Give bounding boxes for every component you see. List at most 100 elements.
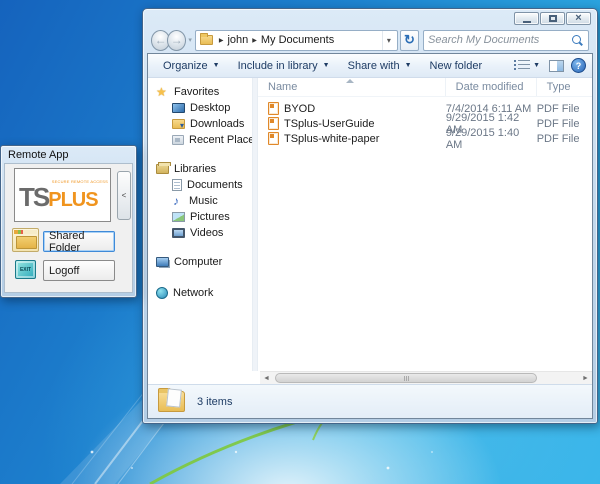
- address-bar[interactable]: ▶ john ▶ My Documents ▾: [195, 30, 398, 51]
- chevron-down-icon: ▼: [323, 62, 330, 69]
- libraries-label: Libraries: [174, 163, 216, 175]
- sidebar-item-recent-places[interactable]: Recent Places: [148, 132, 252, 148]
- collapse-panel-button[interactable]: <: [117, 171, 131, 220]
- downloads-icon: [172, 119, 185, 129]
- shared-folder-icon: [12, 228, 39, 252]
- desktop-icon: [172, 103, 185, 113]
- pictures-icon: [172, 212, 185, 222]
- close-icon: ×: [575, 13, 581, 24]
- address-dropdown-icon[interactable]: ▾: [382, 31, 395, 50]
- file-row[interactable]: BYOD 7/4/2014 6:11 AM PDF File: [258, 101, 592, 116]
- shared-folder-button[interactable]: Shared Folder: [43, 231, 115, 252]
- forward-button[interactable]: →: [167, 30, 186, 51]
- minimize-button[interactable]: [514, 12, 539, 25]
- back-arrow-icon: ←: [155, 33, 167, 47]
- folder-icon: [158, 391, 185, 412]
- remote-app-title: Remote App: [8, 149, 69, 161]
- logo-plus-text: PLUS: [48, 189, 97, 211]
- sidebar-group-favorites[interactable]: Favorites: [148, 84, 252, 100]
- organize-label: Organize: [163, 60, 208, 72]
- music-label: Music: [189, 195, 218, 207]
- chevron-down-icon: ▼: [213, 62, 220, 69]
- logoff-button[interactable]: Logoff: [43, 260, 115, 281]
- close-button[interactable]: ×: [566, 12, 591, 25]
- exit-icon-text: EXIT: [20, 267, 31, 273]
- libraries-icon: [156, 164, 169, 174]
- sidebar-item-pictures[interactable]: Pictures: [148, 209, 252, 225]
- sidebar-item-desktop[interactable]: Desktop: [148, 100, 252, 116]
- file-type: PDF File: [537, 133, 592, 145]
- sidebar-item-documents[interactable]: Documents: [148, 177, 252, 193]
- remote-app-titlebar[interactable]: Remote App: [1, 146, 136, 163]
- new-folder-button[interactable]: New folder: [421, 57, 492, 75]
- explorer-titlebar[interactable]: ×: [143, 9, 597, 27]
- network-label: Network: [173, 287, 213, 299]
- maximize-icon: [549, 15, 557, 22]
- file-name: TSplus-UserGuide: [284, 118, 374, 130]
- exit-icon: EXIT: [15, 260, 36, 279]
- breadcrumb-segment-my-documents[interactable]: My Documents: [261, 34, 334, 46]
- tsplus-logo-box: TSPLUS SECURE REMOTE ACCESS: [14, 168, 111, 222]
- file-name: TSplus-white-paper: [284, 133, 379, 145]
- logoff-button-label: Logoff: [49, 265, 79, 277]
- breadcrumb-segment-john[interactable]: john: [227, 34, 248, 46]
- sidebar-group-libraries[interactable]: Libraries: [148, 161, 252, 177]
- search-box: [423, 30, 589, 51]
- search-input[interactable]: [428, 34, 571, 46]
- file-list: Name Date modified Type BYOD 7/4/2014 6:…: [258, 78, 592, 371]
- file-row[interactable]: TSplus-white-paper 9/29/2015 1:40 AM PDF…: [258, 131, 592, 146]
- sidebar-item-music[interactable]: Music: [148, 193, 252, 209]
- file-row[interactable]: TSplus-UserGuide 9/29/2015 1:42 AM PDF F…: [258, 116, 592, 131]
- documents-icon: [172, 179, 182, 191]
- downloads-label: Downloads: [190, 118, 244, 130]
- column-header-date-modified[interactable]: Date modified: [446, 78, 537, 96]
- maximize-button[interactable]: [540, 12, 565, 25]
- music-icon: [172, 195, 184, 207]
- horizontal-scrollbar[interactable]: ◄ ►: [260, 371, 592, 384]
- navigation-pane: Favorites Desktop Downloads Recent Place…: [148, 78, 252, 371]
- scroll-left-arrow-icon[interactable]: ◄: [260, 372, 273, 385]
- window-controls: ×: [514, 12, 591, 25]
- organize-menu[interactable]: Organize ▼: [154, 57, 229, 75]
- sidebar-item-downloads[interactable]: Downloads: [148, 116, 252, 132]
- remote-app-client-area: TSPLUS SECURE REMOTE ACCESS < Shared Fol…: [4, 163, 133, 293]
- items-count: 3 items: [197, 396, 232, 408]
- recent-pages-chevron-icon[interactable]: ▾: [188, 36, 192, 44]
- change-view-button[interactable]: ▼: [516, 57, 542, 74]
- tsplus-logo: TSPLUS: [19, 182, 98, 213]
- sidebar-group-network[interactable]: Network: [148, 285, 252, 301]
- details-pane: 3 items: [148, 384, 592, 418]
- chevron-down-icon: ▼: [405, 62, 412, 69]
- chevron-down-icon: ▼: [533, 62, 540, 69]
- search-icon[interactable]: [571, 34, 584, 47]
- preview-pane-icon[interactable]: [549, 60, 564, 72]
- explorer-window: × ← → ▾ ▶ john ▶ My Documents ▾ ↻: [142, 8, 598, 424]
- desktop: × ← → ▾ ▶ john ▶ My Documents ▾ ↻: [0, 0, 600, 484]
- help-icon[interactable]: ?: [571, 58, 586, 73]
- file-date-modified: 9/29/2015 1:40 AM: [446, 127, 537, 151]
- sidebar-item-videos[interactable]: Videos: [148, 225, 252, 241]
- new-folder-label: New folder: [430, 60, 483, 72]
- recent-places-label: Recent Places: [189, 134, 252, 146]
- computer-label: Computer: [174, 256, 222, 268]
- column-header-type[interactable]: Type: [537, 78, 592, 96]
- file-name: BYOD: [284, 103, 315, 115]
- sidebar-spacer: [148, 241, 252, 254]
- include-in-library-menu[interactable]: Include in library ▼: [229, 57, 339, 75]
- network-icon: [156, 287, 168, 299]
- pictures-label: Pictures: [190, 211, 230, 223]
- folder-icon: [200, 35, 213, 45]
- file-type: PDF File: [537, 118, 592, 130]
- include-in-library-label: Include in library: [238, 60, 318, 72]
- star-icon: [156, 86, 169, 99]
- scroll-right-arrow-icon[interactable]: ►: [579, 372, 592, 385]
- pdf-file-icon: [268, 102, 279, 115]
- sidebar-group-computer[interactable]: Computer: [148, 254, 252, 270]
- forward-arrow-icon: →: [171, 33, 183, 47]
- breadcrumb-separator-icon: ▶: [252, 37, 257, 44]
- scrollbar-thumb[interactable]: [275, 373, 537, 383]
- refresh-button[interactable]: ↻: [400, 30, 419, 51]
- share-with-menu[interactable]: Share with▼: [339, 57, 421, 75]
- desktop-label: Desktop: [190, 102, 230, 114]
- recent-places-icon: [172, 135, 184, 145]
